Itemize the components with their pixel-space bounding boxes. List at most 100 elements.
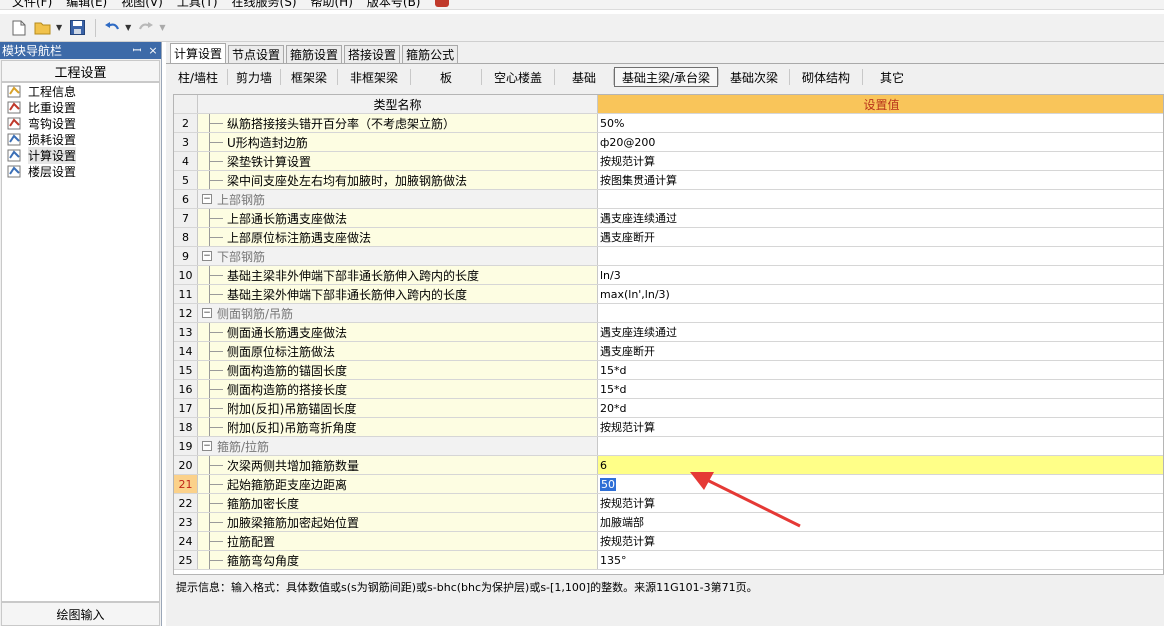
table-row[interactable]: 20 次梁两侧共增加箍筋数量 6	[174, 456, 1163, 475]
new-file-icon[interactable]	[8, 17, 30, 39]
row-value[interactable]: 15*d	[598, 380, 1163, 398]
row-value[interactable]: 遇支座连续通过	[598, 323, 1163, 341]
subtab-5[interactable]: 板	[411, 67, 481, 87]
table-row[interactable]: 15 侧面构造筋的锚固长度 15*d	[174, 361, 1163, 380]
subtab-9[interactable]: 基础次梁	[719, 67, 789, 87]
row-value[interactable]: 按图集贯通计算	[598, 171, 1163, 189]
save-icon[interactable]	[66, 17, 88, 39]
collapse-icon[interactable]: −	[202, 251, 212, 261]
table-row[interactable]: 3 U形构造封边筋 ф20@200	[174, 133, 1163, 152]
table-row[interactable]: 18 附加(反扣)吊筋弯折角度 按规范计算	[174, 418, 1163, 437]
tab-5[interactable]: 箍筋公式	[402, 45, 459, 63]
nav-item-6[interactable]: 楼层设置	[2, 163, 159, 179]
row-value[interactable]: 按规范计算	[598, 532, 1163, 550]
nav-section-header[interactable]: 工程设置	[1, 60, 160, 82]
table-row[interactable]: 22 箍筋加密长度 按规范计算	[174, 494, 1163, 513]
collapse-icon[interactable]: −	[202, 441, 212, 451]
undo-icon[interactable]	[101, 17, 123, 39]
menu-help[interactable]: 帮助(H)	[311, 0, 353, 10]
table-row[interactable]: 17 附加(反扣)吊筋锚固长度 20*d	[174, 399, 1163, 418]
tree-line	[209, 427, 223, 428]
menu-view[interactable]: 视图(V)	[121, 0, 163, 10]
nav-item-label: 弯钩设置	[28, 116, 77, 131]
row-value[interactable]: 遇支座断开	[598, 342, 1163, 360]
table-row[interactable]: 4 梁垫铁计算设置 按规范计算	[174, 152, 1163, 171]
collapse-icon[interactable]: −	[202, 308, 212, 318]
redo-icon[interactable]	[135, 17, 157, 39]
row-value[interactable]: 6	[598, 456, 1163, 474]
grid-header-name[interactable]: 类型名称	[198, 95, 598, 113]
row-value[interactable]: 15*d	[598, 361, 1163, 379]
table-row[interactable]: 13 侧面通长筋遇支座做法 遇支座连续通过	[174, 323, 1163, 342]
subtab-8[interactable]: 基础主梁/承台梁	[614, 67, 718, 87]
subtab-4[interactable]: 非框架梁	[338, 67, 410, 87]
menu-version[interactable]: 版本号(B)	[367, 0, 421, 10]
row-value[interactable]: 按规范计算	[598, 494, 1163, 512]
row-value[interactable]	[598, 190, 1163, 208]
subtab-10[interactable]: 砌体结构	[790, 67, 862, 87]
tab-1[interactable]: 计算设置	[170, 43, 227, 63]
close-icon[interactable]: ×	[145, 44, 161, 57]
row-value[interactable]: max(ln',ln/3)	[598, 285, 1163, 303]
menu-edit[interactable]: 编辑(E)	[66, 0, 107, 10]
group-row[interactable]: 12− 侧面钢筋/吊筋	[174, 304, 1163, 323]
row-value[interactable]: ф20@200	[598, 133, 1163, 151]
table-row[interactable]: 8 上部原位标注筋遇支座做法 遇支座断开	[174, 228, 1163, 247]
row-value[interactable]: ln/3	[598, 266, 1163, 284]
row-value[interactable]: 50%	[598, 114, 1163, 132]
row-value[interactable]	[598, 304, 1163, 322]
gift-icon[interactable]	[434, 0, 449, 7]
subtab-6[interactable]: 空心楼盖	[482, 67, 554, 87]
menu-online-service[interactable]: 在线服务(S)	[232, 0, 297, 10]
nav-item-4[interactable]: 损耗设置	[2, 131, 159, 147]
app-window: 文件(F) 编辑(E) 视图(V) 工具(T) 在线服务(S) 帮助(H) 版本…	[0, 0, 1164, 626]
table-row[interactable]: 11 基础主梁外伸端下部非通长筋伸入跨内的长度 max(ln',ln/3)	[174, 285, 1163, 304]
grid-header-value[interactable]: 设置值	[598, 95, 1163, 113]
tab-3[interactable]: 箍筋设置	[286, 45, 343, 63]
subtab-1[interactable]: 柱/墙柱	[169, 67, 227, 87]
row-value[interactable]: 按规范计算	[598, 152, 1163, 170]
nav-item-2[interactable]: 比重设置	[2, 99, 159, 115]
group-row[interactable]: 19− 箍筋/拉筋	[174, 437, 1163, 456]
row-value-text: 遇支座断开	[600, 231, 655, 244]
menu-file[interactable]: 文件(F)	[12, 0, 52, 10]
row-value[interactable]: 遇支座断开	[598, 228, 1163, 246]
nav-item-5[interactable]: 计算设置	[2, 146, 159, 164]
chevron-down-icon[interactable]: ▼	[125, 23, 131, 32]
subtab-2[interactable]: 剪力墙	[228, 67, 280, 87]
table-row[interactable]: 25 箍筋弯勾角度 135°	[174, 551, 1163, 570]
group-row[interactable]: 6− 上部钢筋	[174, 190, 1163, 209]
table-row[interactable]: 5 梁中间支座处左右均有加腋时，加腋钢筋做法 按图集贯通计算	[174, 171, 1163, 190]
row-value[interactable]: 50	[598, 475, 1163, 493]
tab-4[interactable]: 搭接设置	[344, 45, 401, 63]
table-row[interactable]: 23 加腋梁箍筋加密起始位置 加腋端部	[174, 513, 1163, 532]
group-row[interactable]: 9− 下部钢筋	[174, 247, 1163, 266]
chevron-down-icon[interactable]: ▼	[56, 23, 62, 32]
row-value[interactable]: 加腋端部	[598, 513, 1163, 531]
nav-footer-drawing-input[interactable]: 绘图输入	[1, 602, 160, 626]
pin-icon[interactable]: ꟷ	[129, 43, 145, 58]
row-value[interactable]	[598, 247, 1163, 265]
table-row[interactable]: 16 侧面构造筋的搭接长度 15*d	[174, 380, 1163, 399]
chevron-down-icon[interactable]: ▼	[159, 23, 165, 32]
row-value[interactable]: 按规范计算	[598, 418, 1163, 436]
table-row[interactable]: 10 基础主梁非外伸端下部非通长筋伸入跨内的长度 ln/3	[174, 266, 1163, 285]
menu-tools[interactable]: 工具(T)	[177, 0, 218, 10]
row-value[interactable]: 遇支座连续通过	[598, 209, 1163, 227]
subtab-11[interactable]: 其它	[863, 67, 921, 87]
subtab-3[interactable]: 框架梁	[281, 67, 337, 87]
nav-item-3[interactable]: 弯钩设置	[2, 115, 159, 131]
table-row[interactable]: 2 纵筋搭接接头错开百分率（不考虑架立筋） 50%	[174, 114, 1163, 133]
row-value[interactable]	[598, 437, 1163, 455]
nav-item-1[interactable]: 工程信息	[2, 83, 159, 99]
table-row[interactable]: 24 拉筋配置 按规范计算	[174, 532, 1163, 551]
row-value[interactable]: 20*d	[598, 399, 1163, 417]
tab-2[interactable]: 节点设置	[228, 45, 285, 63]
row-value[interactable]: 135°	[598, 551, 1163, 569]
table-row[interactable]: 14 侧面原位标注筋做法 遇支座断开	[174, 342, 1163, 361]
open-folder-icon[interactable]	[32, 17, 54, 39]
table-row[interactable]: 7 上部通长筋遇支座做法 遇支座连续通过	[174, 209, 1163, 228]
subtab-7[interactable]: 基础	[555, 67, 613, 87]
table-row[interactable]: 21 起始箍筋距支座边距离 50	[174, 475, 1163, 494]
collapse-icon[interactable]: −	[202, 194, 212, 204]
